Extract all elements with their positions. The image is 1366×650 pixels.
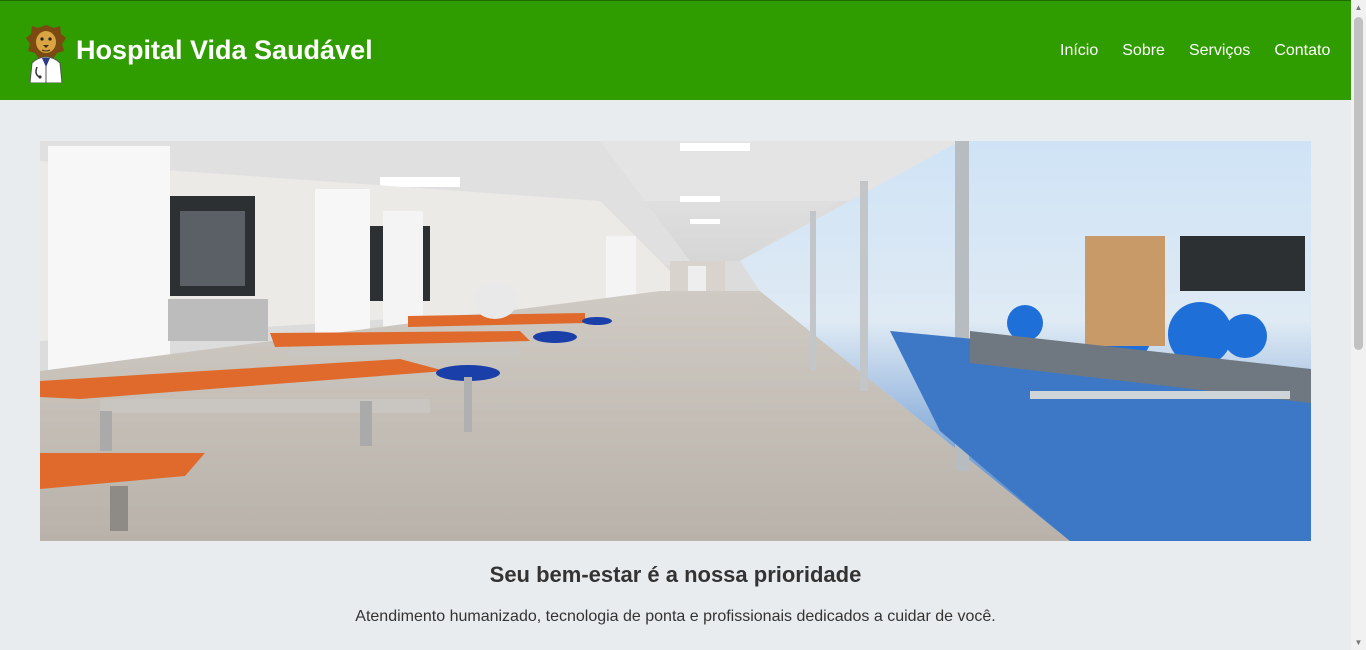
headline: Seu bem-estar é a nossa prioridade — [489, 562, 862, 587]
vertical-scrollbar[interactable]: ▲ ▼ — [1351, 0, 1366, 650]
site-title[interactable]: Hospital Vida Saudável — [76, 35, 373, 66]
scrollbar-thumb[interactable] — [1354, 17, 1363, 350]
hospital-corridor-illustration — [40, 141, 1311, 541]
main-nav: Início Sobre Serviços Contato — [1060, 42, 1330, 60]
scroll-down-arrow-icon[interactable]: ▼ — [1351, 635, 1366, 650]
nav-link-inicio[interactable]: Início — [1060, 42, 1098, 60]
hero-image — [40, 141, 1311, 541]
lion-doctor-logo-icon[interactable] — [24, 23, 68, 83]
scroll-up-arrow-icon[interactable]: ▲ — [1351, 0, 1366, 15]
site-header: Hospital Vida Saudável Início Sobre Serv… — [0, 0, 1351, 100]
nav-link-sobre[interactable]: Sobre — [1122, 42, 1165, 60]
nav-link-servicos[interactable]: Serviços — [1189, 42, 1250, 60]
tagline: Atendimento humanizado, tecnologia de po… — [355, 608, 996, 625]
nav-link-contato[interactable]: Contato — [1274, 42, 1330, 60]
